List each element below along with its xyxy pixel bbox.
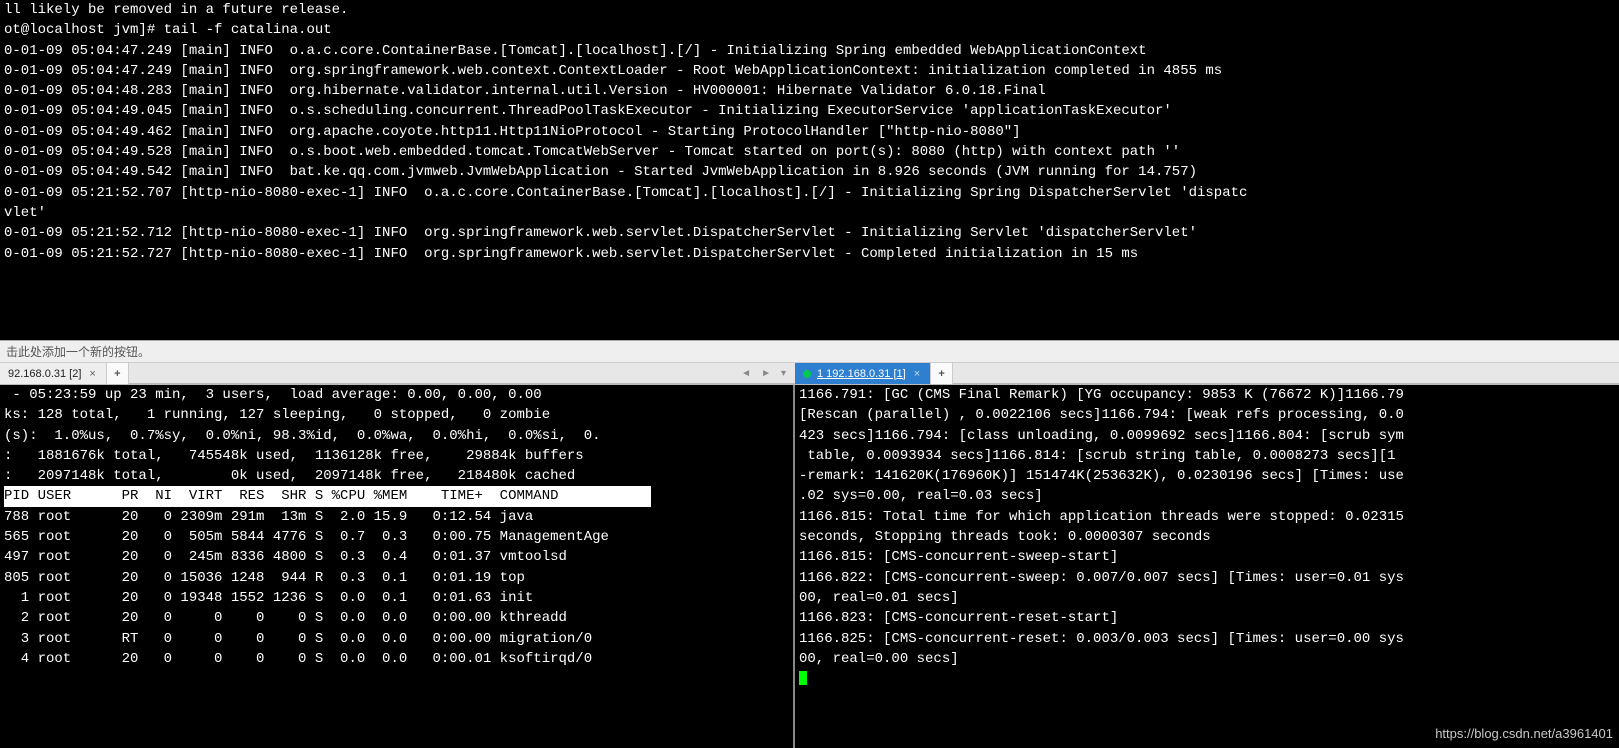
gc-line: -remark: 141620K(176960K)] 151474K(25363… xyxy=(799,468,1404,484)
tab-label: 92.168.0.31 [2] xyxy=(8,368,81,380)
gc-line: 423 secs]1166.794: [class unloading, 0.0… xyxy=(799,428,1404,444)
log-line: 0-01-09 05:04:47.249 [main] INFO o.a.c.c… xyxy=(4,43,1147,59)
table-row: 497 root 20 0 245m 8336 4800 S 0.3 0.4 0… xyxy=(4,549,567,565)
gc-line: 1166.815: [CMS-concurrent-sweep-start] xyxy=(799,549,1118,565)
close-icon[interactable]: × xyxy=(912,368,922,380)
log-line: 0-01-09 05:21:52.707 [http-nio-8080-exec… xyxy=(4,185,1247,201)
gc-line: seconds, Stopping threads took: 0.000030… xyxy=(799,529,1211,545)
log-line: ot@localhost jvm]# tail -f catalina.out xyxy=(4,22,332,38)
tab-next-icon[interactable]: ► xyxy=(758,368,774,379)
gc-line: 00, real=0.01 secs] xyxy=(799,590,959,606)
top-summary-line: : 2097148k total, 0k used, 2097148k free… xyxy=(4,468,575,484)
session-tab-left[interactable]: 92.168.0.31 [2] × xyxy=(0,363,107,384)
log-line: vlet' xyxy=(4,205,46,221)
top-table-header: PID USER PR NI VIRT RES SHR S %CPU %MEM … xyxy=(4,486,651,506)
tab-menu-icon[interactable]: ▾ xyxy=(778,368,789,379)
table-row: 2 root 20 0 0 0 0 S 0.0 0.0 0:00.00 kthr… xyxy=(4,610,567,626)
log-line: 0-01-09 05:04:48.283 [main] INFO org.hib… xyxy=(4,83,1046,99)
catalina-log-pane[interactable]: ll likely be removed in a future release… xyxy=(0,0,1619,340)
gc-line: 1166.825: [CMS-concurrent-reset: 0.003/0… xyxy=(799,631,1404,647)
add-tab-button[interactable]: + xyxy=(931,363,953,384)
table-row: 788 root 20 0 2309m 291m 13m S 2.0 15.9 … xyxy=(4,509,533,525)
top-command-pane[interactable]: - 05:23:59 up 23 min, 3 users, load aver… xyxy=(0,385,795,748)
top-summary-line: ks: 128 total, 1 running, 127 sleeping, … xyxy=(4,407,550,423)
top-summary-line: : 1881676k total, 745548k used, 1136128k… xyxy=(4,448,584,464)
tab-prev-icon[interactable]: ◄ xyxy=(738,368,754,379)
session-tab-right[interactable]: 1 192.168.0.31 [1] × xyxy=(795,363,931,384)
gc-line: 1166.822: [CMS-concurrent-sweep: 0.007/0… xyxy=(799,570,1404,586)
add-tab-button[interactable]: + xyxy=(107,363,129,384)
gc-line: 1166.823: [CMS-concurrent-reset-start] xyxy=(799,610,1118,626)
tab-spacer: ◄ ► ▾ xyxy=(129,363,795,384)
log-line: 0-01-09 05:04:47.249 [main] INFO org.spr… xyxy=(4,63,1222,79)
gc-line: [Rescan (parallel) , 0.0022106 secs]1166… xyxy=(799,407,1404,423)
gc-line: 00, real=0.00 secs] xyxy=(799,651,959,667)
gc-log-pane[interactable]: 1166.791: [GC (CMS Final Remark) [YG occ… xyxy=(795,385,1619,748)
log-line: 0-01-09 05:21:52.712 [http-nio-8080-exec… xyxy=(4,225,1197,241)
tab-spacer xyxy=(953,363,1619,384)
gc-line: 1166.791: [GC (CMS Final Remark) [YG occ… xyxy=(799,387,1404,403)
toolbar-hint: 击此处添加一个新的按钮。 xyxy=(6,345,150,359)
close-icon[interactable]: × xyxy=(87,368,97,380)
status-dot-icon xyxy=(803,370,811,378)
log-line: 0-01-09 05:21:52.727 [http-nio-8080-exec… xyxy=(4,246,1138,262)
gc-line: table, 0.0093934 secs]1166.814: [scrub s… xyxy=(799,448,1404,464)
table-row: 805 root 20 0 15036 1248 944 R 0.3 0.1 0… xyxy=(4,570,525,586)
table-row: 3 root RT 0 0 0 0 S 0.0 0.0 0:00.00 migr… xyxy=(4,631,592,647)
top-summary-line: - 05:23:59 up 23 min, 3 users, load aver… xyxy=(4,387,542,403)
terminal-cursor xyxy=(799,671,807,685)
log-line: 0-01-09 05:04:49.045 [main] INFO o.s.sch… xyxy=(4,103,1172,119)
log-line: 0-01-09 05:04:49.542 [main] INFO bat.ke.… xyxy=(4,164,1197,180)
log-line: 0-01-09 05:04:49.462 [main] INFO org.apa… xyxy=(4,124,1021,140)
table-row: 565 root 20 0 505m 5844 4776 S 0.7 0.3 0… xyxy=(4,529,609,545)
top-summary-line: (s): 1.0%us, 0.7%sy, 0.0%ni, 98.3%id, 0.… xyxy=(4,428,601,444)
gc-line: 1166.815: Total time for which applicati… xyxy=(799,509,1404,525)
gc-line: .02 sys=0.00, real=0.03 secs] xyxy=(799,488,1043,504)
table-row: 4 root 20 0 0 0 0 S 0.0 0.0 0:00.01 ksof… xyxy=(4,651,592,667)
quick-button-toolbar[interactable]: 击此处添加一个新的按钮。 xyxy=(0,340,1619,363)
log-line: ll likely be removed in a future release… xyxy=(4,2,348,18)
tab-label: 1 192.168.0.31 [1] xyxy=(817,368,906,380)
watermark: https://blog.csdn.net/a3961401 xyxy=(1435,726,1613,741)
log-line: 0-01-09 05:04:49.528 [main] INFO o.s.boo… xyxy=(4,144,1180,160)
table-row: 1 root 20 0 19348 1552 1236 S 0.0 0.1 0:… xyxy=(4,590,533,606)
